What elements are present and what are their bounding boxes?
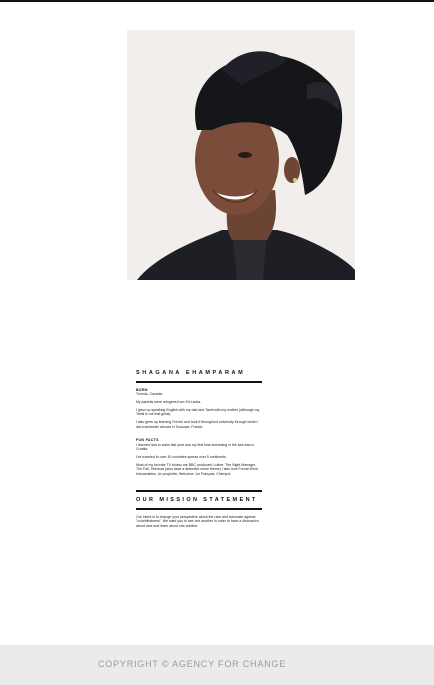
top-border	[0, 0, 434, 2]
copyright-text: COPYRIGHT © AGENCY FOR CHANGE	[98, 659, 287, 669]
mission-text: Our intent is to change your perspective…	[136, 515, 259, 528]
born-text: I also grew up learning French and took …	[136, 420, 259, 429]
person-name: SHAGANA EHAMPARAM	[136, 370, 246, 376]
bio-section: SHAGANA EHAMPARAM BORN Toronto, Canada. …	[136, 370, 262, 532]
mission-title-divider	[136, 508, 262, 511]
name-divider	[136, 381, 262, 383]
fun-fact-text: I learned how to swim last year and my f…	[136, 442, 255, 452]
born-text: Toronto, Canada.	[136, 392, 163, 397]
mission-section: OUR MISSION STATEMENT Our intent is to c…	[136, 490, 262, 528]
portrait-photo	[127, 30, 355, 280]
fun-fact-text: Most of my favorite TV shows are BBC pro…	[136, 462, 259, 476]
born-text: My parents were refugees from Sri Lanka.	[136, 400, 202, 405]
born-text: I grew up speaking English with my dad a…	[136, 408, 260, 417]
mission-title: OUR MISSION STATEMENT	[136, 497, 258, 504]
mission-divider	[136, 490, 262, 493]
footer: COPYRIGHT © AGENCY FOR CHANGE	[0, 645, 434, 685]
portrait-illustration	[127, 30, 355, 280]
fun-fact-text: I've traveled to over 30 countries sprea…	[136, 455, 227, 460]
